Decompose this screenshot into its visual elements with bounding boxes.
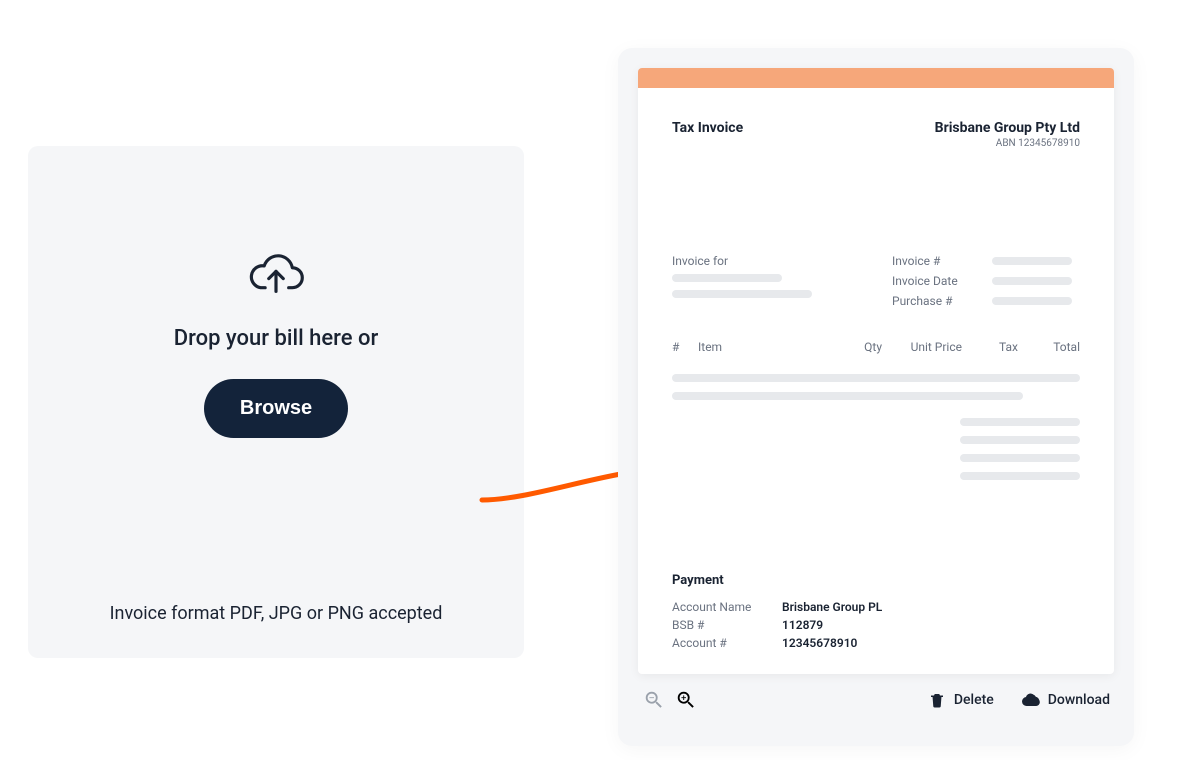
zoom-out-button[interactable] bbox=[642, 688, 666, 712]
col-tax: Tax bbox=[970, 340, 1018, 354]
invoice-number-label: Invoice # bbox=[892, 254, 970, 268]
placeholder-line bbox=[960, 436, 1080, 444]
account-number-value: 12345678910 bbox=[782, 636, 1080, 650]
placeholder-line bbox=[992, 297, 1072, 305]
trash-icon bbox=[928, 691, 946, 709]
account-name-value: Brisbane Group PL bbox=[782, 600, 1080, 614]
bsb-label: BSB # bbox=[672, 618, 782, 632]
account-number-label: Account # bbox=[672, 636, 782, 650]
cloud-download-icon bbox=[1022, 691, 1040, 709]
col-item: Item bbox=[698, 340, 826, 354]
drop-instruction: Drop your bill here or bbox=[174, 326, 379, 351]
cloud-upload-icon bbox=[247, 252, 305, 298]
placeholder-line bbox=[960, 472, 1080, 480]
col-num: # bbox=[672, 340, 690, 354]
purchase-number-label: Purchase # bbox=[892, 294, 970, 308]
col-unit-price: Unit Price bbox=[890, 340, 962, 354]
placeholder-line bbox=[960, 454, 1080, 462]
zoom-in-icon bbox=[675, 689, 697, 711]
placeholder-line bbox=[992, 257, 1072, 265]
accepted-formats-hint: Invoice format PDF, JPG or PNG accepted bbox=[110, 603, 443, 624]
bsb-value: 112879 bbox=[782, 618, 1080, 632]
invoice-company: Brisbane Group Pty Ltd ABN 12345678910 bbox=[935, 120, 1080, 149]
invoice-title: Tax Invoice bbox=[672, 120, 743, 136]
delete-label: Delete bbox=[954, 692, 994, 708]
invoice-for-label: Invoice for bbox=[672, 254, 832, 268]
payment-title: Payment bbox=[672, 573, 1080, 588]
delete-button[interactable]: Delete bbox=[928, 691, 994, 709]
placeholder-line bbox=[960, 418, 1080, 426]
zoom-in-button[interactable] bbox=[674, 688, 698, 712]
invoice-preview-panel: Tax Invoice Brisbane Group Pty Ltd ABN 1… bbox=[618, 48, 1134, 746]
invoice-page: Tax Invoice Brisbane Group Pty Ltd ABN 1… bbox=[638, 68, 1114, 674]
placeholder-line bbox=[672, 274, 782, 282]
account-name-label: Account Name bbox=[672, 600, 782, 614]
placeholder-line bbox=[672, 290, 812, 298]
line-items-header: # Item Qty Unit Price Tax Total bbox=[672, 336, 1080, 364]
col-total: Total bbox=[1026, 340, 1080, 354]
browse-button[interactable]: Browse bbox=[204, 379, 348, 438]
invoice-date-label: Invoice Date bbox=[892, 274, 970, 288]
invoice-accent-bar bbox=[638, 68, 1114, 88]
col-qty: Qty bbox=[834, 340, 882, 354]
placeholder-line bbox=[672, 392, 1023, 400]
company-abn: ABN 12345678910 bbox=[935, 138, 1080, 149]
company-name: Brisbane Group Pty Ltd bbox=[935, 120, 1080, 136]
placeholder-line bbox=[672, 374, 1080, 382]
download-button[interactable]: Download bbox=[1022, 691, 1110, 709]
zoom-out-icon bbox=[643, 689, 665, 711]
upload-dropzone[interactable]: Drop your bill here or Browse Invoice fo… bbox=[28, 146, 524, 658]
preview-toolbar: Delete Download bbox=[638, 674, 1114, 726]
download-label: Download bbox=[1048, 692, 1110, 708]
placeholder-line bbox=[992, 277, 1072, 285]
